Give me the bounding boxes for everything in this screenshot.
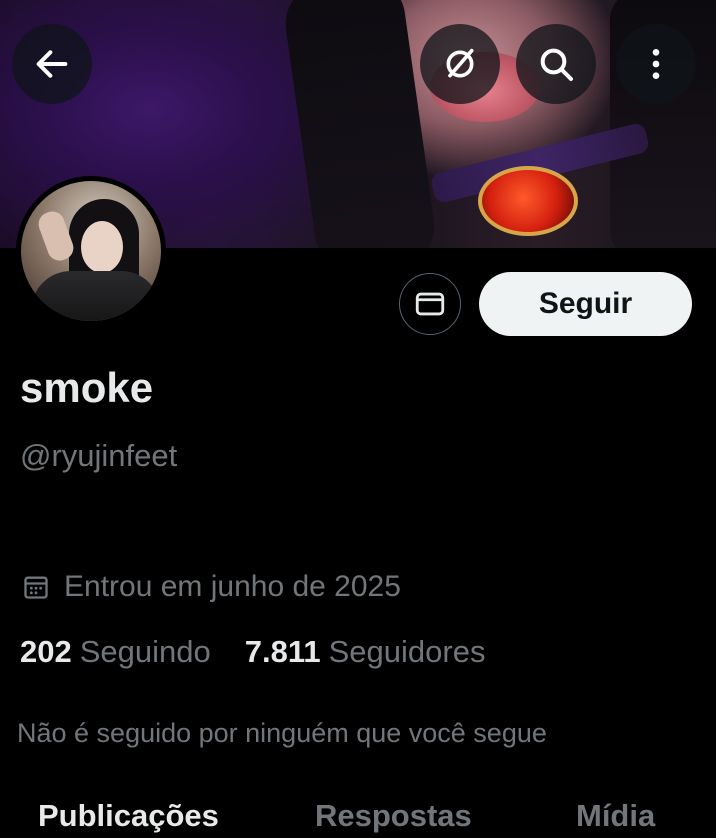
followers-link[interactable]: 7.811 Seguidores bbox=[245, 634, 486, 670]
message-button[interactable] bbox=[399, 273, 461, 335]
tab-respostas[interactable]: Respostas bbox=[315, 798, 472, 834]
following-count: 202 bbox=[20, 634, 72, 669]
more-options-button[interactable] bbox=[616, 24, 696, 104]
mutual-followers-text: Não é seguido por ninguém que você segue bbox=[17, 718, 547, 748]
following-link[interactable]: 202 Seguindo bbox=[20, 634, 211, 670]
tab-publicacoes[interactable]: Publicações bbox=[38, 798, 219, 834]
follow-button[interactable]: Seguir bbox=[479, 272, 692, 336]
grok-button[interactable] bbox=[420, 24, 500, 104]
follow-stats: 202 Seguindo 7.811 Seguidores bbox=[20, 634, 485, 670]
profile-tabs: Publicações Respostas Mídia bbox=[0, 798, 716, 838]
back-button[interactable] bbox=[12, 24, 92, 104]
search-icon bbox=[540, 48, 573, 81]
search-button[interactable] bbox=[516, 24, 596, 104]
profile-name: smoke bbox=[20, 364, 154, 411]
followers-count: 7.811 bbox=[244, 634, 321, 669]
more-vertical-icon bbox=[652, 49, 660, 79]
calendar-icon bbox=[24, 576, 48, 599]
join-date: Entrou em junho de 2025 bbox=[22, 570, 401, 604]
avatar[interactable] bbox=[16, 176, 166, 326]
following-label: Seguindo bbox=[79, 634, 211, 669]
mail-icon bbox=[415, 292, 445, 316]
join-date-text: Entrou em junho de 2025 bbox=[64, 570, 401, 603]
arrow-left-icon bbox=[36, 50, 68, 78]
followers-label: Seguidores bbox=[328, 634, 486, 669]
slash-circle-icon bbox=[446, 48, 474, 78]
profile-handle: @ryujinfeet bbox=[20, 438, 178, 473]
tab-midia[interactable]: Mídia bbox=[576, 798, 655, 834]
